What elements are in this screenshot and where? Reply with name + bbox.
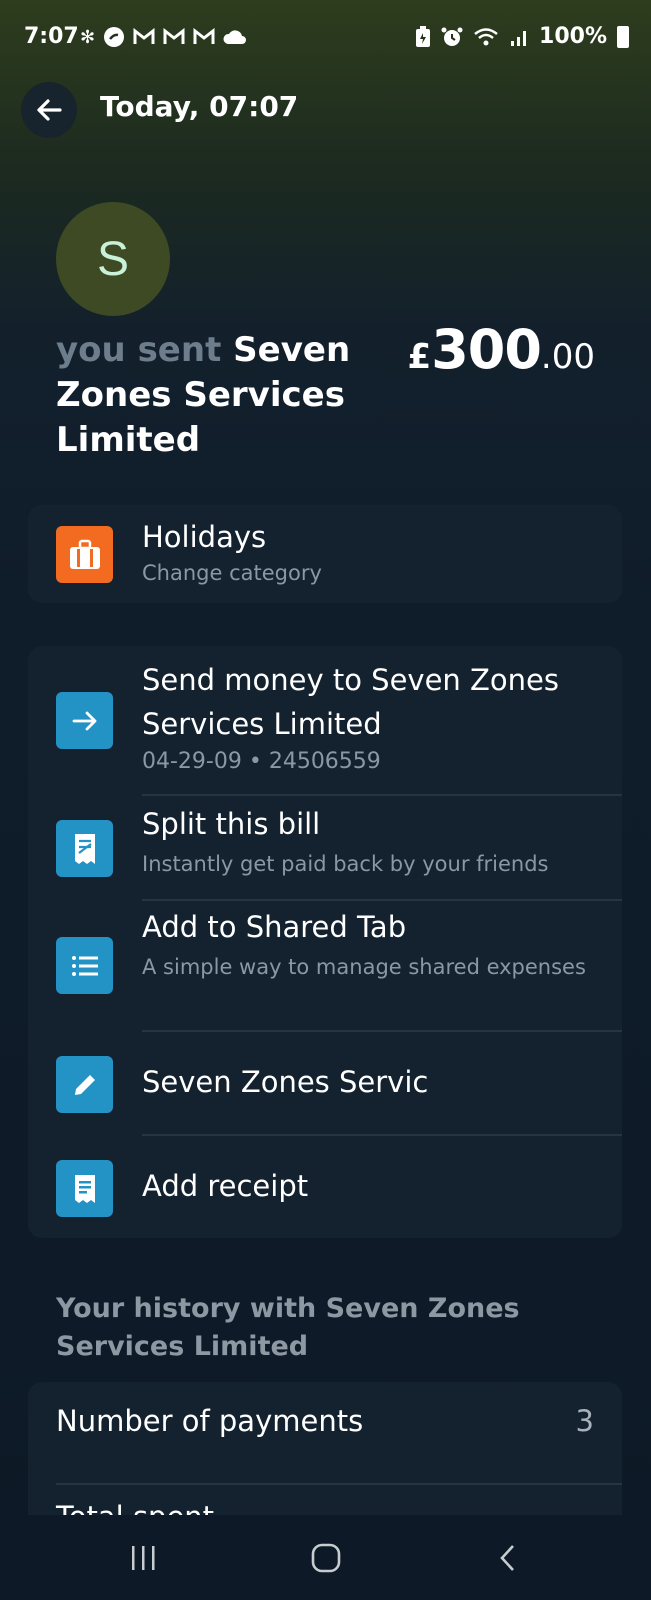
back-button[interactable]: [21, 82, 77, 138]
suitcase-icon: [56, 526, 113, 583]
pencil-icon: [56, 1056, 113, 1113]
send-money-row[interactable]: Send money to Seven Zones Services Limit…: [28, 646, 622, 794]
recent-apps-button[interactable]: [113, 1533, 173, 1583]
sent-prefix: you sent: [56, 330, 222, 370]
amount-whole: 300: [431, 318, 542, 381]
history-stats-card: Number of payments 3 Total spent: [28, 1382, 622, 1534]
navigation-bar: [0, 1515, 651, 1600]
stat-label: Number of payments: [56, 1404, 364, 1438]
divider: [56, 1483, 622, 1485]
bluetooth-asterisk-icon: ✻: [80, 26, 96, 48]
battery-saver-icon: [416, 25, 431, 47]
system-icons: 100%: [415, 24, 629, 49]
history-heading: Your history with Seven Zones Services L…: [56, 1293, 520, 1362]
amount-currency: £: [407, 337, 432, 377]
list-icon: [56, 937, 113, 994]
amount-decimal: .00: [540, 337, 595, 377]
cloud-icon: [223, 30, 247, 44]
wifi-icon: [474, 27, 498, 45]
alarm-icon: [441, 27, 463, 46]
split-bill-row[interactable]: Split this bill Instantly get paid back …: [28, 796, 622, 899]
notes-title: Seven Zones Servic: [142, 1065, 429, 1099]
category-title: Holidays: [142, 520, 267, 554]
battery-percentage: 100%: [539, 24, 607, 49]
transaction-amount: £300.00: [408, 318, 595, 381]
gmail-icon: [193, 28, 215, 44]
home-button[interactable]: [296, 1533, 356, 1583]
add-receipt-row[interactable]: Add receipt: [28, 1136, 622, 1238]
gmail-icon: [163, 28, 185, 44]
arrow-right-icon: [56, 692, 113, 749]
actions-card: Send money to Seven Zones Services Limit…: [28, 646, 622, 1238]
signal-icon: [511, 30, 527, 46]
send-money-account: 04-29-09 • 24506559: [142, 749, 381, 774]
category-subtitle[interactable]: Change category: [142, 557, 602, 589]
receipt-icon: [56, 1160, 113, 1217]
add-receipt-title: Add receipt: [142, 1169, 309, 1203]
chevron-left-icon: [500, 1545, 514, 1571]
gmail-icon: [133, 28, 155, 44]
battery-icon: [617, 25, 629, 48]
recent-apps-icon: [132, 1546, 155, 1570]
back-nav-button[interactable]: [478, 1533, 538, 1583]
home-icon: [311, 1543, 341, 1573]
split-bill-subtitle: Instantly get paid back by your friends: [142, 852, 549, 876]
category-card[interactable]: Holidays Change category: [28, 505, 622, 603]
split-bill-title: Split this bill: [142, 807, 321, 841]
stat-value: 3: [575, 1404, 594, 1438]
status-time: 7:07: [24, 24, 79, 49]
split-bill-icon: [56, 820, 113, 877]
status-bar: 7:07 ✻ 100%: [0, 0, 651, 78]
send-money-title: Send money to Seven Zones Services Limit…: [142, 663, 559, 741]
transaction-description: you sent Seven Zones Services Limited: [56, 328, 356, 463]
arrow-left-icon: [37, 99, 62, 121]
notification-icons: ✻: [80, 26, 247, 48]
notes-row[interactable]: Seven Zones Servic: [28, 1032, 622, 1134]
page-title: Today, 07:07: [100, 90, 299, 123]
shazam-icon: [104, 27, 125, 47]
category-row[interactable]: Holidays Change category: [28, 505, 622, 603]
shared-tab-title: Add to Shared Tab: [142, 910, 407, 944]
avatar: S: [56, 202, 170, 316]
shared-tab-row[interactable]: Add to Shared Tab A simple way to manage…: [28, 901, 622, 1030]
shared-tab-subtitle: A simple way to manage shared expenses: [142, 955, 586, 979]
